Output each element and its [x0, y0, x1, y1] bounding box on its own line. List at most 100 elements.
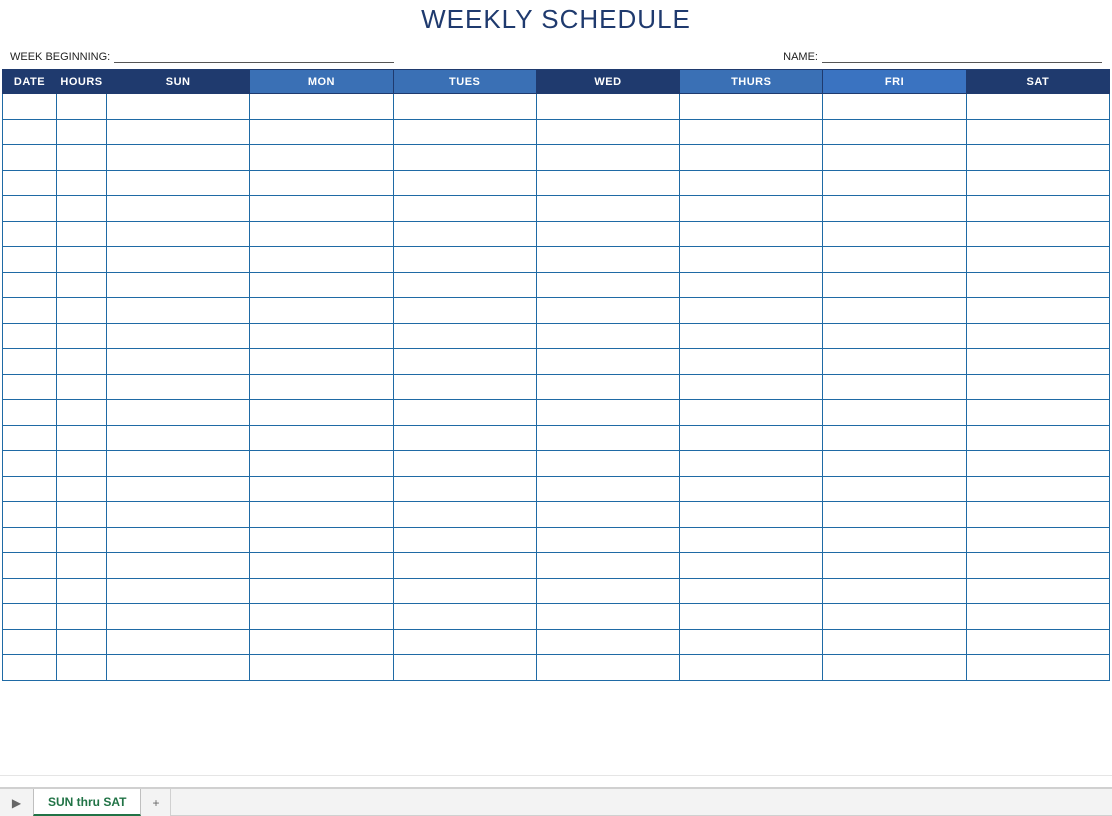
- cell[interactable]: [680, 145, 823, 171]
- cell[interactable]: [823, 247, 966, 273]
- cell[interactable]: [57, 553, 107, 579]
- cell[interactable]: [250, 349, 393, 375]
- cell[interactable]: [536, 119, 679, 145]
- cell[interactable]: [966, 374, 1109, 400]
- cell[interactable]: [3, 629, 57, 655]
- cell[interactable]: [107, 374, 250, 400]
- cell[interactable]: [393, 272, 536, 298]
- cell[interactable]: [107, 145, 250, 171]
- table-row[interactable]: [3, 119, 1110, 145]
- cell[interactable]: [823, 374, 966, 400]
- cell[interactable]: [823, 221, 966, 247]
- cell[interactable]: [250, 400, 393, 426]
- cell[interactable]: [3, 604, 57, 630]
- name-input[interactable]: [822, 49, 1102, 63]
- cell[interactable]: [393, 298, 536, 324]
- table-row[interactable]: [3, 425, 1110, 451]
- cell[interactable]: [680, 553, 823, 579]
- cell[interactable]: [250, 94, 393, 120]
- cell[interactable]: [57, 298, 107, 324]
- cell[interactable]: [57, 170, 107, 196]
- cell[interactable]: [393, 170, 536, 196]
- table-row[interactable]: [3, 349, 1110, 375]
- table-row[interactable]: [3, 196, 1110, 222]
- cell[interactable]: [966, 247, 1109, 273]
- cell[interactable]: [107, 578, 250, 604]
- cell[interactable]: [823, 349, 966, 375]
- cell[interactable]: [823, 578, 966, 604]
- cell[interactable]: [107, 119, 250, 145]
- table-row[interactable]: [3, 94, 1110, 120]
- cell[interactable]: [107, 272, 250, 298]
- cell[interactable]: [57, 502, 107, 528]
- cell[interactable]: [107, 655, 250, 681]
- cell[interactable]: [823, 119, 966, 145]
- table-row[interactable]: [3, 604, 1110, 630]
- cell[interactable]: [536, 196, 679, 222]
- cell[interactable]: [966, 94, 1109, 120]
- cell[interactable]: [823, 272, 966, 298]
- cell[interactable]: [966, 170, 1109, 196]
- cell[interactable]: [3, 272, 57, 298]
- cell[interactable]: [966, 553, 1109, 579]
- cell[interactable]: [536, 553, 679, 579]
- cell[interactable]: [107, 553, 250, 579]
- week-beginning-input[interactable]: [114, 49, 394, 63]
- cell[interactable]: [3, 578, 57, 604]
- cell[interactable]: [680, 196, 823, 222]
- cell[interactable]: [393, 323, 536, 349]
- cell[interactable]: [823, 170, 966, 196]
- cell[interactable]: [536, 578, 679, 604]
- table-row[interactable]: [3, 476, 1110, 502]
- cell[interactable]: [680, 349, 823, 375]
- sheet-tab-active[interactable]: SUN thru SAT: [33, 789, 141, 816]
- cell[interactable]: [393, 629, 536, 655]
- cell[interactable]: [536, 349, 679, 375]
- table-row[interactable]: [3, 170, 1110, 196]
- cell[interactable]: [393, 349, 536, 375]
- cell[interactable]: [823, 196, 966, 222]
- cell[interactable]: [536, 94, 679, 120]
- cell[interactable]: [536, 629, 679, 655]
- cell[interactable]: [250, 272, 393, 298]
- cell[interactable]: [107, 400, 250, 426]
- cell[interactable]: [3, 221, 57, 247]
- cell[interactable]: [680, 629, 823, 655]
- table-row[interactable]: [3, 451, 1110, 477]
- cell[interactable]: [107, 196, 250, 222]
- cell[interactable]: [3, 553, 57, 579]
- cell[interactable]: [680, 221, 823, 247]
- cell[interactable]: [966, 272, 1109, 298]
- cell[interactable]: [57, 196, 107, 222]
- cell[interactable]: [966, 604, 1109, 630]
- cell[interactable]: [3, 655, 57, 681]
- cell[interactable]: [250, 170, 393, 196]
- cell[interactable]: [823, 425, 966, 451]
- cell[interactable]: [3, 451, 57, 477]
- cell[interactable]: [966, 349, 1109, 375]
- cell[interactable]: [823, 604, 966, 630]
- cell[interactable]: [536, 298, 679, 324]
- cell[interactable]: [966, 400, 1109, 426]
- cell[interactable]: [680, 298, 823, 324]
- cell[interactable]: [393, 527, 536, 553]
- cell[interactable]: [57, 119, 107, 145]
- table-row[interactable]: [3, 272, 1110, 298]
- cell[interactable]: [57, 578, 107, 604]
- cell[interactable]: [3, 298, 57, 324]
- cell[interactable]: [57, 145, 107, 171]
- cell[interactable]: [536, 323, 679, 349]
- cell[interactable]: [3, 196, 57, 222]
- cell[interactable]: [536, 604, 679, 630]
- cell[interactable]: [57, 221, 107, 247]
- cell[interactable]: [250, 247, 393, 273]
- cell[interactable]: [536, 655, 679, 681]
- cell[interactable]: [57, 349, 107, 375]
- table-row[interactable]: [3, 247, 1110, 273]
- cell[interactable]: [250, 323, 393, 349]
- cell[interactable]: [3, 247, 57, 273]
- cell[interactable]: [393, 247, 536, 273]
- cell[interactable]: [107, 425, 250, 451]
- cell[interactable]: [57, 476, 107, 502]
- cell[interactable]: [680, 578, 823, 604]
